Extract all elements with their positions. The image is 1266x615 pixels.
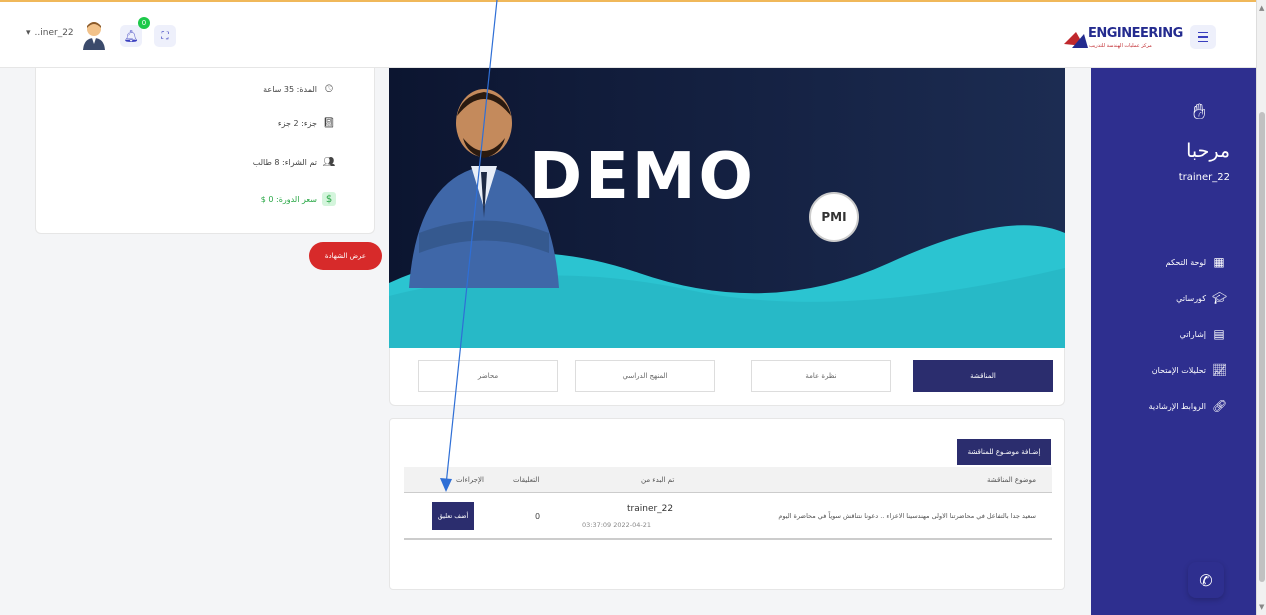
discussion-date: 03:37:09 2022-04-21 [582,521,652,529]
bell-icon: 🔔︎ [123,29,139,43]
sidebar-item-guide-links[interactable]: الروابط الإرشادية 🔗︎ [1148,398,1228,414]
column-header-started-by: تم البدء من [641,476,675,484]
fullscreen-icon: ⛶ [161,30,169,42]
add-comment-button[interactable]: أضف تعليق [432,502,474,530]
discussion-topic-text[interactable]: سعيد جدا بالتفاعل في محاضرتنا الاولى مهن… [778,512,1036,520]
sidebar-item-courses[interactable]: كورساتي 🎓︎ [1176,290,1228,306]
hamburger-line [1198,40,1208,43]
tab-lecturer[interactable]: محاضر [418,360,558,392]
notification-count-badge: 0 [138,17,150,29]
sidebar-item-label: كورساتي [1176,293,1206,303]
discussion-author: trainer_22 [627,504,674,514]
sidebar-nav: لوحة التحكم ▦ كورساتي 🎓︎ إشاراتي ▤ تحليل… [1148,254,1228,414]
sidebar-item-exam-analytics[interactable]: تحليلات الإمتحان 📈︎ [1151,362,1228,378]
course-enrolled: 👥︎ تم الشراء: 8 طالب [253,155,336,169]
discussion-panel: إضـافة موضـوع للمناقشة موضوع المناقشة تم… [389,418,1065,590]
logo-subtext: مركز عمليات الهندسة للتدريب [1089,43,1152,49]
scroll-up-arrow-icon[interactable]: ▲ [1259,4,1264,12]
column-header-comments: التعليقات [513,476,540,484]
course-price: $ سعر الدورة: 0 $ [261,192,336,206]
discussion-comment-count: 0 [535,512,541,521]
students-icon: 👥︎ [322,156,336,168]
scroll-down-arrow-icon[interactable]: ▼ [1259,603,1264,611]
column-header-topic: موضوع المناقشة [986,476,1036,484]
course-tabs: المناقشة نظرة عامة المنهج الدراسي محاضر [389,348,1065,406]
chat-support-button[interactable]: ✆ [1188,562,1224,598]
page-scrollbar[interactable]: ▲ ▼ [1256,0,1266,615]
book-icon: 📓︎ [322,117,336,129]
course-parts: 📓︎ جزء: 2 جزء [278,116,336,130]
hamburger-menu-button[interactable] [1190,25,1216,49]
course-duration: 🕓︎ المدة: 35 ساعة [263,82,336,96]
sidebar-greeting: مرحبا [1186,140,1230,162]
tab-overview[interactable]: نظرة عامة [751,360,891,392]
waving-hand-icon: ✋︎ [1193,100,1206,125]
tab-curriculum[interactable]: المنهج الدراسي [575,360,715,392]
dashboard-icon: ▦ [1213,255,1225,269]
sidebar-item-label: لوحة التحكم [1165,257,1206,267]
table-row: سعيد جدا بالتفاعل في محاضرتنا الاولى مهن… [404,494,1052,540]
instructor-photo [409,89,559,288]
sidebar-item-label: إشاراتي [1179,329,1206,339]
course-parts-text: جزء: 2 جزء [277,118,317,128]
sidebar-item-label: الروابط الإرشادية [1148,401,1206,411]
logo-text: ENGINEERING [1088,26,1183,41]
discussion-table-header: موضوع المناقشة تم البدء من التعليقات الإ… [404,467,1052,493]
chat-phone-icon: ✆ [1199,570,1213,590]
hamburger-line [1198,36,1208,38]
clock-icon: 🕓︎ [325,83,333,95]
caret-down-icon: ▾ [26,28,31,38]
notes-icon: ▤ [1213,327,1225,341]
sidebar-item-notes[interactable]: إشاراتي ▤ [1180,326,1226,342]
user-menu-name: ..iner_22 [34,28,74,38]
course-duration-text: المدة: 35 ساعة [263,84,317,94]
avatar[interactable] [80,20,108,50]
dollar-icon: $ [322,192,336,206]
scrollbar-thumb[interactable] [1259,112,1265,582]
course-enrolled-text: تم الشراء: 8 طالب [252,157,317,167]
sidebar-item-dashboard[interactable]: لوحة التحكم ▦ [1166,254,1226,270]
fullscreen-button[interactable]: ⛶ [154,25,176,47]
view-certificate-button[interactable]: عرض الشهادة [309,242,382,270]
pmi-badge-icon: PMI [809,192,859,242]
sidebar-username: trainer_22 [1178,172,1230,183]
link-icon: 🔗︎ [1212,399,1228,413]
column-header-actions: الإجراءات [456,476,484,484]
course-info-card: 🕓︎ المدة: 35 ساعة 📓︎ جزء: 2 جزء 👥︎ تم ال… [35,68,375,234]
notifications-bell-button[interactable]: 🔔︎ [120,25,142,47]
course-banner-image: DEMO PMI [389,68,1065,348]
courses-icon: 🎓︎ [1212,291,1228,305]
course-price-text: سعر الدورة: 0 $ [260,194,317,204]
chart-icon: 📈︎ [1212,363,1228,377]
hamburger-line [1198,31,1208,34]
tab-discussion[interactable]: المناقشة [913,360,1053,392]
sidebar-item-label: تحليلات الإمتحان [1151,365,1206,375]
add-discussion-topic-button[interactable]: إضـافة موضـوع للمناقشة [957,439,1051,465]
user-menu-dropdown[interactable]: ▾ ..iner_22 [26,28,74,38]
